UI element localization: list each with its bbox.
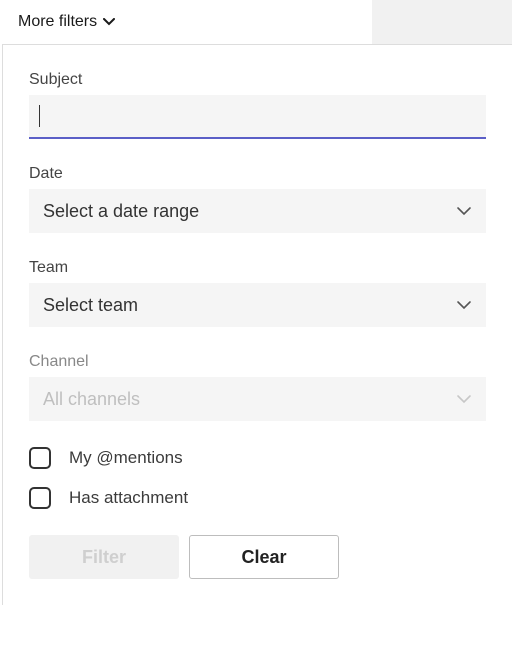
checkbox-box xyxy=(29,487,51,509)
date-label: Date xyxy=(29,165,486,183)
filters-panel: Subject Date Select a date range Team Se… xyxy=(2,44,512,605)
chevron-down-icon xyxy=(456,206,472,216)
date-range-select[interactable]: Select a date range xyxy=(29,189,486,233)
team-value: Select team xyxy=(43,295,138,316)
field-team: Team Select team xyxy=(29,259,486,327)
team-select[interactable]: Select team xyxy=(29,283,486,327)
clear-button[interactable]: Clear xyxy=(189,535,339,579)
subject-label: Subject xyxy=(29,71,486,89)
checkbox-attachment-label: Has attachment xyxy=(69,488,188,508)
date-range-value: Select a date range xyxy=(43,201,199,222)
checkbox-mentions[interactable]: My @mentions xyxy=(29,447,486,469)
checkbox-box xyxy=(29,447,51,469)
subject-input[interactable] xyxy=(29,95,486,139)
field-subject: Subject xyxy=(29,71,486,139)
chevron-down-icon xyxy=(456,394,472,404)
topright-placeholder xyxy=(372,0,512,44)
team-label: Team xyxy=(29,259,486,277)
field-channel: Channel All channels xyxy=(29,353,486,421)
channel-value: All channels xyxy=(43,389,140,410)
filter-button: Filter xyxy=(29,535,179,579)
more-filters-toggle[interactable]: More filters xyxy=(0,0,133,44)
channel-label: Channel xyxy=(29,353,486,371)
filter-button-label: Filter xyxy=(82,547,126,568)
button-row: Filter Clear xyxy=(29,535,486,579)
field-date: Date Select a date range xyxy=(29,165,486,233)
channel-select: All channels xyxy=(29,377,486,421)
checkbox-mentions-label: My @mentions xyxy=(69,448,183,468)
more-filters-label: More filters xyxy=(18,13,97,31)
topbar: More filters xyxy=(0,0,512,44)
text-caret xyxy=(39,105,40,127)
chevron-down-icon xyxy=(456,300,472,310)
clear-button-label: Clear xyxy=(241,547,286,568)
checkbox-attachment[interactable]: Has attachment xyxy=(29,487,486,509)
chevron-down-icon xyxy=(103,18,115,26)
